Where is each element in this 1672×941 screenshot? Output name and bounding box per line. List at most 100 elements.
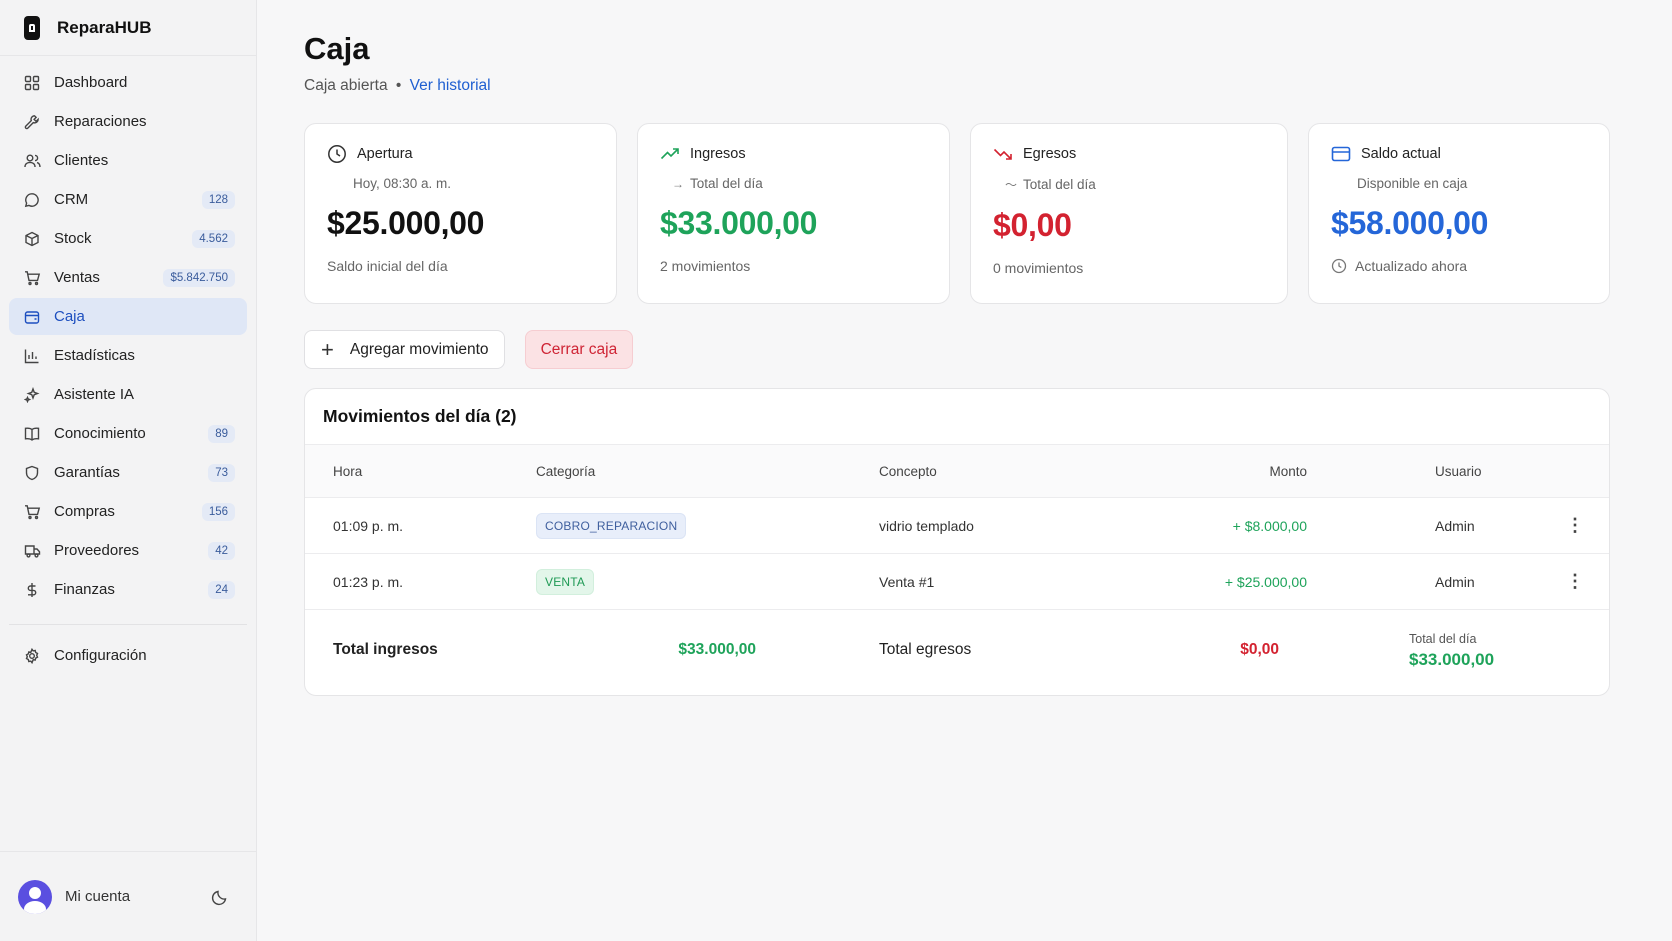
sidebar-item-proveedores[interactable]: Proveedores 42: [9, 532, 247, 569]
card-subtitle: Hoy, 08:30 a. m.: [353, 176, 452, 191]
cash-status: Caja abierta: [304, 77, 388, 94]
sidebar-item-stock[interactable]: Stock 4.562: [9, 220, 247, 257]
sidebar-item-conocimiento[interactable]: Conocimiento 89: [9, 415, 247, 452]
card-egresos: Egresos 〜 Total del día $0,00 0 movimien…: [970, 123, 1288, 304]
sidebar-badge: 73: [208, 463, 235, 482]
row-hora: 01:09 p. m.: [333, 517, 404, 534]
table-row[interactable]: 01:09 p. m. COBRO_REPARACION vidrio temp…: [305, 498, 1609, 554]
sidebar-item-label: Dashboard: [54, 74, 128, 91]
brand-logo-icon: [24, 15, 40, 40]
row-usuario: Admin: [1435, 517, 1475, 534]
sidebar-item-label: Clientes: [54, 152, 109, 169]
card-subtitle: Disponible en caja: [1357, 176, 1468, 191]
card-value: $25.000,00: [327, 205, 485, 241]
wallet-icon: [23, 308, 41, 326]
card-title: Apertura: [357, 146, 413, 162]
trend-icon: 〜: [1005, 178, 1018, 192]
sidebar-badge: 42: [208, 541, 235, 560]
total-dia-label: Total del día: [1409, 632, 1477, 646]
book-icon: [23, 425, 41, 443]
cart-icon: [23, 269, 41, 287]
sidebar-item-reparaciones[interactable]: Reparaciones: [9, 103, 247, 140]
main-content: Caja Caja abierta • Ver historial Apertu…: [304, 0, 1610, 696]
account-label[interactable]: Mi cuenta: [65, 888, 211, 905]
bar-chart-icon: [23, 347, 41, 365]
sidebar-item-label: Configuración: [54, 647, 147, 664]
sidebar-item-compras[interactable]: Compras 156: [9, 493, 247, 530]
table-row[interactable]: 01:23 p. m. VENTA Venta #1 + $25.000,00 …: [305, 554, 1609, 610]
page-subtitle: Caja abierta • Ver historial: [304, 77, 1610, 95]
sidebar: ReparaHUB Dashboard Reparaciones Cliente…: [0, 0, 257, 941]
sidebar-item-asistente-ia[interactable]: Asistente IA: [9, 376, 247, 413]
sidebar-badge: 24: [208, 580, 235, 599]
sidebar-item-estadisticas[interactable]: Estadísticas: [9, 337, 247, 374]
card-subtitle: Total del día: [1023, 177, 1096, 192]
movements-table: Movimientos del día (2) Hora Categoría C…: [304, 388, 1610, 696]
box-icon: [23, 230, 41, 248]
sidebar-item-label: Finanzas: [54, 581, 115, 598]
gear-icon: [23, 647, 41, 665]
card-footer: 0 movimientos: [993, 260, 1084, 276]
row-monto: + $25.000,00: [1224, 573, 1307, 590]
sidebar-badge: 4.562: [192, 229, 235, 248]
close-cash-button[interactable]: Cerrar caja: [524, 330, 634, 369]
avatar[interactable]: [18, 879, 52, 914]
card-value: $58.000,00: [1331, 205, 1489, 241]
column-header-concepto[interactable]: Concepto: [879, 464, 937, 479]
table-header: Hora Categoría Concepto Monto Usuario: [305, 445, 1609, 498]
add-movement-button[interactable]: + Agregar movimiento: [304, 330, 505, 369]
category-tag: VENTA: [536, 568, 595, 595]
row-monto: + $8.000,00: [1232, 517, 1307, 534]
shield-icon: [23, 464, 41, 482]
column-header-monto[interactable]: Monto: [1269, 464, 1307, 479]
card-apertura: Apertura Hoy, 08:30 a. m. $25.000,00 Sal…: [304, 123, 617, 304]
trending-up-icon: [660, 144, 680, 164]
sidebar-item-label: CRM: [54, 191, 89, 208]
column-header-hora[interactable]: Hora: [333, 464, 362, 479]
account-bar[interactable]: Mi cuenta: [0, 851, 257, 941]
card-footer: 2 movimientos: [660, 258, 751, 274]
more-vertical-icon[interactable]: ⋮: [1565, 571, 1585, 592]
sidebar-badge: 89: [208, 424, 235, 443]
sidebar-item-caja[interactable]: Caja: [9, 298, 247, 335]
subtitle-separator: •: [395, 77, 402, 94]
card-footer: Saldo inicial del día: [327, 258, 448, 274]
totals-row: Total ingresos $33.000,00 Total egresos …: [305, 610, 1609, 690]
brand[interactable]: ReparaHUB: [0, 0, 256, 56]
cart-icon: [23, 503, 41, 521]
total-egresos-label: Total egresos: [879, 641, 972, 658]
clock-icon: [1331, 258, 1347, 274]
sidebar-item-label: Ventas: [54, 269, 100, 286]
sidebar-item-dashboard[interactable]: Dashboard: [9, 64, 247, 101]
sidebar-item-ventas[interactable]: Ventas $5.842.750: [9, 259, 247, 296]
sidebar-item-label: Compras: [54, 503, 115, 520]
column-header-usuario[interactable]: Usuario: [1435, 464, 1482, 479]
sidebar-item-finanzas[interactable]: Finanzas 24: [9, 571, 247, 608]
chat-icon: [23, 191, 41, 209]
arrow-right-icon: →: [672, 176, 684, 191]
sidebar-item-label: Proveedores: [54, 542, 140, 559]
credit-card-icon: [1331, 144, 1351, 164]
total-ingresos-value: $33.000,00: [678, 641, 756, 658]
wrench-icon: [23, 113, 41, 131]
clock-icon: [327, 144, 347, 164]
sidebar-item-label: Reparaciones: [54, 113, 147, 130]
total-dia: Total del día $33.000,00: [1409, 632, 1494, 670]
sparkles-icon: [23, 386, 41, 404]
card-title: Saldo actual: [1361, 146, 1441, 162]
moon-icon[interactable]: [211, 888, 229, 906]
row-concepto: Venta #1: [879, 573, 935, 590]
sidebar-item-configuracion[interactable]: Configuración: [9, 637, 247, 674]
sidebar-item-label: Estadísticas: [54, 347, 135, 364]
column-header-categoria[interactable]: Categoría: [536, 464, 595, 479]
movements-title: Movimientos del día (2): [305, 389, 1609, 445]
sidebar-item-garantias[interactable]: Garantías 73: [9, 454, 247, 491]
sidebar-item-label: Conocimiento: [54, 425, 146, 442]
sidebar-item-clientes[interactable]: Clientes: [9, 142, 247, 179]
more-vertical-icon[interactable]: ⋮: [1565, 515, 1585, 536]
card-title: Ingresos: [690, 146, 746, 162]
card-saldo-actual: Saldo actual Disponible en caja $58.000,…: [1308, 123, 1610, 304]
history-link[interactable]: Ver historial: [410, 77, 491, 94]
sidebar-item-crm[interactable]: CRM 128: [9, 181, 247, 218]
row-concepto: vidrio templado: [879, 517, 974, 534]
